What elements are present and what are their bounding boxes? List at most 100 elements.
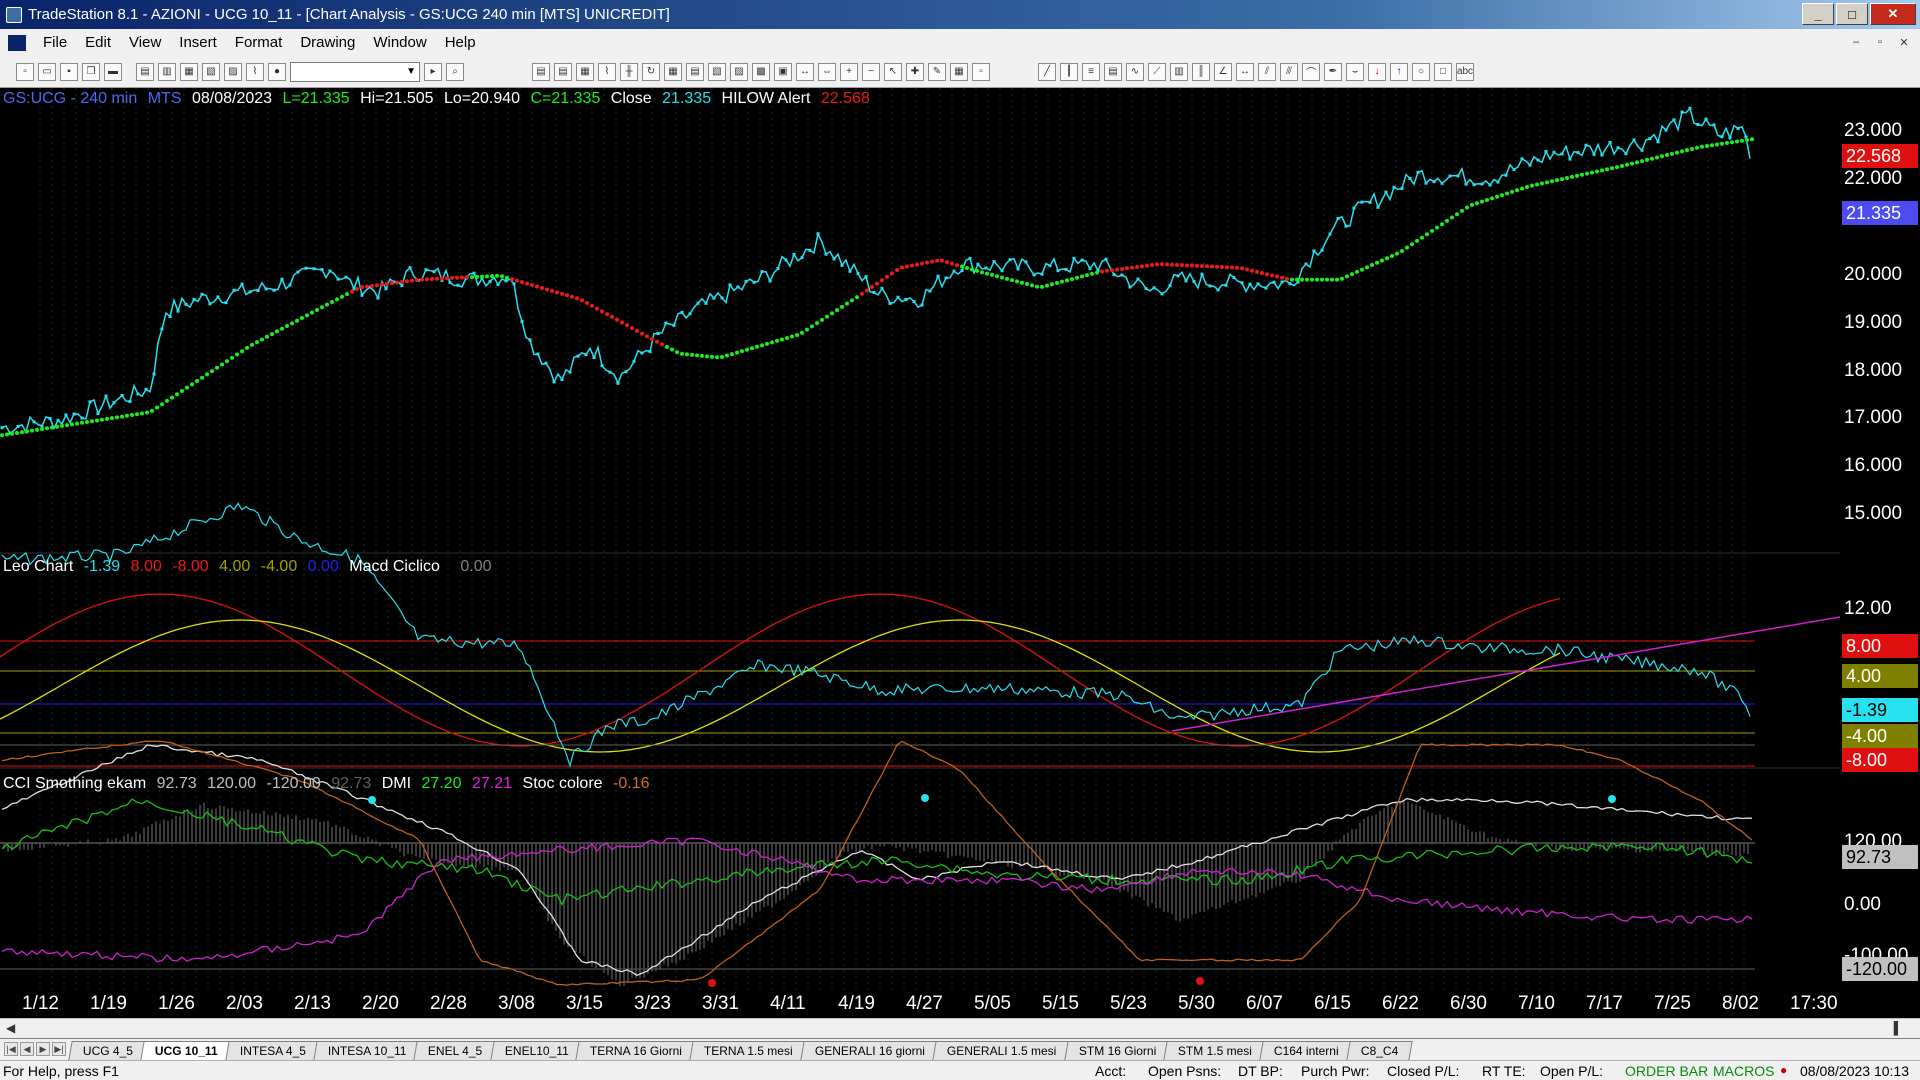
- workspace-tab[interactable]: C8_C4: [1345, 1041, 1413, 1060]
- workspace-tab[interactable]: TERNA 16 Giorni: [575, 1041, 698, 1060]
- print-icon[interactable]: ▥: [158, 62, 176, 81]
- insert-icon[interactable]: ▤: [686, 62, 704, 81]
- tab-last-icon[interactable]: ▶|: [52, 1042, 66, 1056]
- trendline[interactable]: [1171, 616, 1840, 732]
- workspace-tab[interactable]: INTESA 4_5: [225, 1041, 321, 1060]
- matrix-icon[interactable]: ▣: [774, 62, 792, 81]
- layout1-icon[interactable]: ▤: [532, 62, 550, 81]
- scroll-thumb[interactable]: ▐: [1889, 1021, 1898, 1035]
- window2-icon[interactable]: ▧: [202, 62, 220, 81]
- cycle-icon[interactable]: ║: [1192, 62, 1210, 81]
- pen-icon[interactable]: ✒: [1324, 62, 1342, 81]
- text-icon[interactable]: abc: [1456, 62, 1474, 81]
- menu-insert[interactable]: Insert: [170, 34, 226, 51]
- menu-edit[interactable]: Edit: [76, 34, 120, 51]
- window-icon[interactable]: ▦: [180, 62, 198, 81]
- workspace-tab[interactable]: C164 interni: [1259, 1041, 1354, 1060]
- strategy-icon[interactable]: ▨: [730, 62, 748, 81]
- andrews-icon[interactable]: ⫻: [1280, 62, 1298, 81]
- hlines-icon[interactable]: ≡: [1082, 62, 1100, 81]
- ellipse-icon[interactable]: ○: [1412, 62, 1430, 81]
- menu-view[interactable]: View: [120, 34, 170, 51]
- layout3-icon[interactable]: ▦: [576, 62, 594, 81]
- tab-prev-icon[interactable]: ◀: [20, 1042, 34, 1056]
- moving-average-dot: [1135, 264, 1139, 269]
- workspace-tab[interactable]: ENEL10_11: [489, 1041, 584, 1060]
- folder-icon[interactable]: ▬: [104, 62, 122, 81]
- workspace-tab[interactable]: UCG 4_5: [68, 1041, 148, 1060]
- menu-file[interactable]: File: [34, 34, 76, 51]
- format-icon[interactable]: ▦: [664, 62, 682, 81]
- tools-icon[interactable]: ✎: [928, 62, 946, 81]
- zoom-in-icon[interactable]: +: [840, 62, 858, 81]
- scroll-icon[interactable]: ⇔: [818, 62, 836, 81]
- refresh-icon[interactable]: ↻: [642, 62, 660, 81]
- chart-window-icon[interactable]: [8, 34, 26, 51]
- curve-icon[interactable]: ⌣: [1346, 62, 1364, 81]
- radar-icon[interactable]: ▩: [752, 62, 770, 81]
- range-icon[interactable]: ↔: [1236, 62, 1254, 81]
- menu-help[interactable]: Help: [436, 34, 485, 51]
- workspace-tab[interactable]: ENEL 4_5: [413, 1041, 498, 1060]
- copy-icon[interactable]: ❐: [82, 62, 100, 81]
- angle-icon[interactable]: ∠: [1214, 62, 1232, 81]
- trendline-icon[interactable]: ╱: [1038, 62, 1056, 81]
- snap-icon[interactable]: ▫: [972, 62, 990, 81]
- symbol-combo[interactable]: ▼: [290, 61, 420, 82]
- up-arrow-icon[interactable]: ↑: [1390, 62, 1408, 81]
- mdi-minimize-button[interactable]: –: [1846, 33, 1866, 51]
- lock-icon[interactable]: ▨: [224, 62, 242, 81]
- maximize-button[interactable]: □: [1836, 3, 1868, 25]
- chart-area[interactable]: GS:UCG - 240 min MTS 08/08/2023 L=21.335…: [0, 88, 1840, 990]
- scroll-left-icon[interactable]: ◀: [6, 1021, 15, 1035]
- workspace-tab[interactable]: STM 16 Giorni: [1063, 1041, 1171, 1060]
- find-icon[interactable]: ⌕: [446, 62, 464, 81]
- bar-icon[interactable]: ╫: [620, 62, 638, 81]
- close-button[interactable]: ✕: [1870, 3, 1916, 25]
- rectangle-icon[interactable]: □: [1434, 62, 1452, 81]
- date-axis[interactable]: 1/12 1/19 1/26 2/03 2/13 2/20 2/28 3/08 3/15 3/23…: [0, 990, 1920, 1018]
- workspace-tab[interactable]: UCG 10_11: [140, 1041, 233, 1060]
- horizontal-scrollbar[interactable]: ◀ ▐: [0, 1018, 1920, 1038]
- down-arrow-icon[interactable]: ↓: [1368, 62, 1386, 81]
- workspace-tab[interactable]: STM 1.5 mesi: [1163, 1041, 1267, 1060]
- workspace-tab[interactable]: GENERALI 1.5 mesi: [932, 1041, 1072, 1060]
- price-axis[interactable]: 23.000 22.568 22.000 21.335 20.000 19.00…: [1840, 88, 1920, 990]
- axis-tick: 22.000: [1844, 168, 1903, 189]
- menu-window[interactable]: Window: [364, 34, 435, 51]
- menu-drawing[interactable]: Drawing: [291, 34, 364, 51]
- tab-next-icon[interactable]: ▶: [36, 1042, 50, 1056]
- cursor-icon[interactable]: ↖: [884, 62, 902, 81]
- fib-icon[interactable]: ⟋: [1148, 62, 1166, 81]
- globe-icon[interactable]: ●: [268, 62, 286, 81]
- menu-format[interactable]: Format: [226, 34, 292, 51]
- minimize-button[interactable]: _: [1802, 3, 1834, 25]
- mdi-close-button[interactable]: ✕: [1894, 33, 1914, 51]
- open-icon[interactable]: ▭: [38, 62, 56, 81]
- workspace-tab[interactable]: TERNA 1.5 mesi: [689, 1041, 808, 1060]
- workspace-tab[interactable]: INTESA 10_11: [313, 1041, 421, 1060]
- gann-icon[interactable]: ▥: [1170, 62, 1188, 81]
- crosshair-icon[interactable]: ✚: [906, 62, 924, 81]
- chart-type-icon[interactable]: ⌇: [598, 62, 616, 81]
- mdi-restore-button[interactable]: ▫: [1870, 33, 1890, 51]
- chart-icon[interactable]: ⌇: [246, 62, 264, 81]
- status-order-bar[interactable]: ORDER BAR: [1625, 1063, 1708, 1079]
- bar-spacing-icon[interactable]: ↔: [796, 62, 814, 81]
- vlines-icon[interactable]: ┃: [1060, 62, 1078, 81]
- wave-icon[interactable]: ∿: [1126, 62, 1144, 81]
- status-macros[interactable]: MACROS: [1713, 1063, 1774, 1079]
- channel-icon[interactable]: ▤: [1104, 62, 1122, 81]
- arrow-right-icon[interactable]: ▸: [424, 62, 442, 81]
- layout2-icon[interactable]: ▤: [554, 62, 572, 81]
- tab-first-icon[interactable]: |◀: [4, 1042, 18, 1056]
- workspace-tab[interactable]: GENERALI 16 giorni: [800, 1041, 940, 1060]
- print-preview-icon[interactable]: ▤: [136, 62, 154, 81]
- arc-icon[interactable]: ⌒: [1302, 62, 1320, 81]
- parallel-icon[interactable]: ⫽: [1258, 62, 1276, 81]
- indicator-icon[interactable]: ▧: [708, 62, 726, 81]
- data-window-icon[interactable]: ▦: [950, 62, 968, 81]
- new-icon[interactable]: ▫: [16, 62, 34, 81]
- zoom-out-icon[interactable]: −: [862, 62, 880, 81]
- save-icon[interactable]: ▪: [60, 62, 78, 81]
